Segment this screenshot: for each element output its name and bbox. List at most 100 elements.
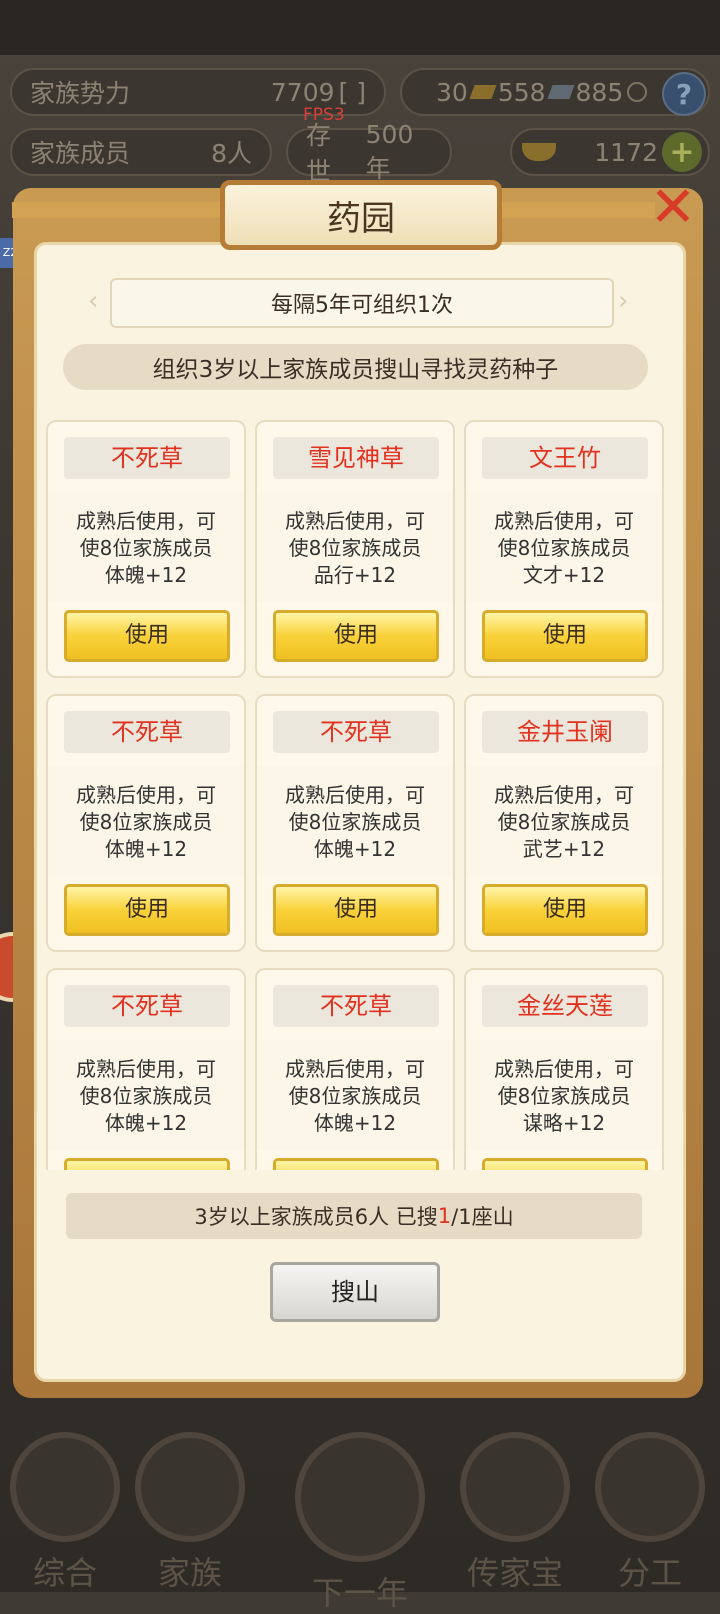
title-wing-left: [12, 202, 227, 218]
herb-desc-line: 使8位家族成员: [497, 536, 631, 560]
gold-value: 30: [436, 77, 468, 107]
herb-card: 不死草 成熟后使用，可 使8位家族成员 体魄+12 使用: [46, 420, 246, 678]
status-bar-strip: [0, 0, 720, 55]
use-button[interactable]: 使用: [273, 610, 439, 662]
search-status-bar: 3岁以上家族成员6人 已搜 1/1座山: [66, 1193, 642, 1239]
nav-family-label: 家族: [157, 1554, 222, 1592]
nav-next-year[interactable]: 下一年: [290, 1432, 430, 1612]
herb-card: 文王竹 成熟后使用，可 使8位家族成员 文才+12 使用: [464, 420, 664, 678]
herb-desc-line: 成熟后使用，可: [285, 783, 425, 807]
herb-description: 成熟后使用，可 使8位家族成员 谋略+12: [466, 1040, 662, 1150]
herb-desc-line: 成熟后使用，可: [494, 1057, 634, 1081]
use-button[interactable]: [482, 1158, 648, 1170]
dialog-title: 药园: [220, 180, 502, 250]
ingot-value: 1172: [594, 137, 658, 167]
herb-effect: 品行+12: [313, 563, 397, 587]
herb-desc-line: 使8位家族成员: [79, 1084, 213, 1108]
herb-description: 成熟后使用，可 使8位家族成员 体魄+12: [48, 766, 244, 876]
years-pill: 存世 500年: [286, 120, 452, 186]
herb-card: 不死草 成熟后使用，可 使8位家族成员 体魄+12 使用: [255, 694, 455, 952]
herb-name: 不死草: [64, 711, 230, 753]
herb-desc-line: 成熟后使用，可: [76, 1057, 216, 1081]
interval-banner: 每隔5年可组织1次: [110, 278, 614, 328]
description-bar: 组织3岁以上家族成员搜山寻找灵药种子: [63, 344, 648, 390]
nav-overview[interactable]: 综合: [5, 1432, 125, 1592]
herb-desc-line: 使8位家族成员: [288, 810, 422, 834]
herb-name: 不死草: [273, 985, 439, 1027]
herb-effect: 体魄+12: [313, 1111, 397, 1135]
family-power-label: 家族势力: [30, 79, 131, 108]
herb-desc-line: 使8位家族成员: [497, 810, 631, 834]
add-ingot-icon[interactable]: +: [662, 132, 702, 172]
use-button[interactable]: [273, 1158, 439, 1170]
status-suffix: /1座山: [451, 1205, 514, 1229]
ingot-icon: [522, 143, 556, 161]
nav-heirloom-label: 传家宝: [466, 1554, 563, 1592]
herb-card: 金丝天莲 成熟后使用，可 使8位家族成员 谋略+12: [464, 968, 664, 1170]
herb-desc-line: 成熟后使用，可: [494, 509, 634, 533]
herb-name: 不死草: [64, 985, 230, 1027]
status-prefix: 3岁以上家族成员6人 已搜: [194, 1205, 438, 1229]
close-icon[interactable]: ✕: [643, 178, 703, 238]
use-button[interactable]: 使用: [482, 884, 648, 936]
status-current-count: 1: [437, 1204, 452, 1228]
herb-desc-line: 成熟后使用，可: [76, 509, 216, 533]
person-icon: [595, 1432, 705, 1542]
herb-card: 不死草 成熟后使用，可 使8位家族成员 体魄+12: [46, 968, 246, 1170]
herb-desc-line: 成熟后使用，可: [285, 1057, 425, 1081]
bottom-nav: 综合 家族 下一年 传家宝 分工: [0, 1382, 720, 1612]
nav-assign[interactable]: 分工: [590, 1432, 710, 1592]
herb-effect: 文才+12: [522, 563, 606, 587]
title-wing-right: [495, 202, 655, 218]
use-button[interactable]: 使用: [273, 884, 439, 936]
herb-description: 成熟后使用，可 使8位家族成员 体魄+12: [48, 492, 244, 602]
family-power-rank: [ ]: [338, 77, 366, 107]
nav-family[interactable]: 家族: [130, 1432, 250, 1592]
herb-desc-line: 成熟后使用，可: [76, 783, 216, 807]
gold-bar-icon: [469, 85, 497, 99]
nav-next-year-label: 下一年: [311, 1574, 408, 1612]
herb-effect: 武艺+12: [522, 837, 606, 861]
use-button[interactable]: 使用: [64, 884, 230, 936]
herb-description: 成熟后使用，可 使8位家族成员 武艺+12: [466, 766, 662, 876]
banner-left-ornament: ‹: [88, 286, 99, 316]
years-label: 存世: [306, 121, 332, 186]
herb-effect: 体魄+12: [104, 563, 188, 587]
family-members-label: 家族成员: [30, 139, 131, 168]
herb-name: 雪见神草: [273, 437, 439, 479]
coin-value: 885: [575, 77, 624, 107]
nav-heirloom[interactable]: 传家宝: [455, 1432, 575, 1592]
years-value: 500年: [365, 119, 414, 183]
house-icon: [135, 1432, 245, 1542]
silver-bar-icon: [546, 85, 575, 99]
herb-desc-line: 使8位家族成员: [79, 810, 213, 834]
search-mountain-button[interactable]: 搜山: [270, 1262, 440, 1322]
banner-right-ornament: ›: [618, 286, 629, 316]
nav-assign-label: 分工: [617, 1554, 682, 1592]
family-members-pill: 家族成员 8人: [10, 128, 272, 176]
herb-card: 金井玉阑 成熟后使用，可 使8位家族成员 武艺+12 使用: [464, 694, 664, 952]
herb-name: 金丝天莲: [482, 985, 648, 1027]
family-members-value: 8人: [211, 139, 252, 168]
silver-value: 558: [497, 77, 546, 107]
herb-desc-line: 使8位家族成员: [79, 536, 213, 560]
herb-effect: 体魄+12: [313, 837, 397, 861]
herb-effect: 体魄+12: [104, 837, 188, 861]
herb-name: 文王竹: [482, 437, 648, 479]
use-button[interactable]: 使用: [64, 610, 230, 662]
coin-icon: [627, 82, 648, 102]
herb-description: 成熟后使用，可 使8位家族成员 品行+12: [257, 492, 453, 602]
herb-description: 成熟后使用，可 使8位家族成员 体魄+12: [48, 1040, 244, 1150]
herb-effect: 体魄+12: [104, 1111, 188, 1135]
herb-effect: 谋略+12: [522, 1111, 606, 1135]
herb-card: 不死草 成熟后使用，可 使8位家族成员 体魄+12: [255, 968, 455, 1170]
jade-icon: [460, 1432, 570, 1542]
scroll-icon: [10, 1432, 120, 1542]
use-button[interactable]: [64, 1158, 230, 1170]
herb-card: 不死草 成熟后使用，可 使8位家族成员 体魄+12 使用: [46, 694, 246, 952]
herb-name: 不死草: [273, 711, 439, 753]
herb-desc-line: 成熟后使用，可: [494, 783, 634, 807]
help-icon[interactable]: ?: [662, 72, 706, 116]
nav-overview-label: 综合: [32, 1554, 97, 1592]
use-button[interactable]: 使用: [482, 610, 648, 662]
